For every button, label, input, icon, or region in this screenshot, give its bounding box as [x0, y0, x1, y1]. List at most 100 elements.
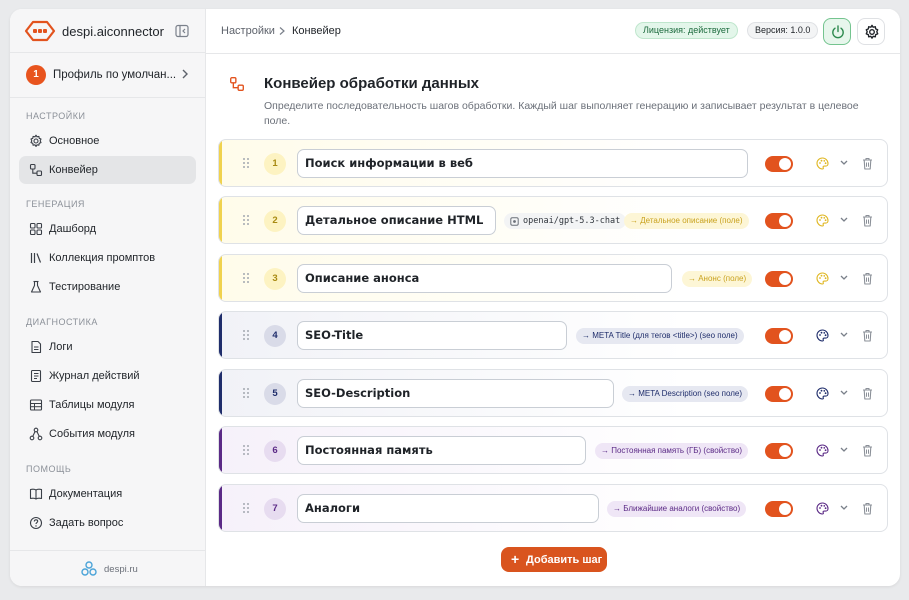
pipeline-step[interactable]: 1 Поиск информации в веб	[218, 139, 888, 187]
step-enabled-toggle[interactable]	[765, 156, 793, 172]
step-number: 5	[264, 383, 286, 405]
license-badge: Лицензия: действует	[635, 22, 738, 39]
model-icon	[510, 217, 519, 226]
sidebar-item-label: Дашборд	[49, 223, 97, 235]
sidebar-item-prompt-collection[interactable]: Коллекция промптов	[19, 244, 196, 272]
step-enabled-toggle[interactable]	[765, 386, 793, 402]
chevron-down-icon[interactable]	[839, 331, 849, 339]
model-badge[interactable]: openai/gpt-5.3-chat	[504, 213, 627, 229]
palette-icon[interactable]	[816, 214, 829, 227]
step-name-input[interactable]: Аналоги	[297, 494, 599, 523]
trash-icon[interactable]	[862, 157, 873, 170]
palette-icon[interactable]	[816, 387, 829, 400]
drag-handle-icon[interactable]	[242, 502, 250, 514]
target-field-badge[interactable]: → Ближайшие аналоги (свойство)	[607, 501, 747, 517]
pipeline-step[interactable]: 3 Описание анонса → Анонс (поле)	[218, 254, 888, 302]
target-field-badge[interactable]: → Детальное описание (поле)	[624, 213, 749, 229]
sidebar-item-action-journal[interactable]: Журнал действий	[19, 362, 196, 390]
sidebar-item-module-tables[interactable]: Таблицы модуля	[19, 391, 196, 419]
footer-link[interactable]: despi.ru	[104, 564, 138, 575]
palette-icon[interactable]	[816, 329, 829, 342]
pipeline-icon	[29, 163, 43, 177]
step-name-input[interactable]: SEO-Description	[297, 379, 614, 408]
sidebar-item-logs[interactable]: Логи	[19, 333, 196, 361]
toggle-knob	[779, 503, 791, 515]
sidebar: despi.aiconnector 1 Профиль по умолчан..…	[10, 9, 206, 586]
step-color-stripe	[219, 427, 222, 473]
step-name-input[interactable]: Поиск информации в веб	[297, 149, 748, 178]
sidebar-item-ask-question[interactable]: Задать вопрос	[19, 509, 196, 537]
step-name-input[interactable]: Детальное описание HTML	[297, 206, 496, 235]
toggle-knob	[779, 388, 791, 400]
page-title: Конвейер обработки данных	[264, 75, 480, 92]
target-field-badge[interactable]: → Анонс (поле)	[682, 271, 753, 287]
step-enabled-toggle[interactable]	[765, 213, 793, 229]
add-step-button[interactable]: + Добавить шаг	[501, 547, 607, 572]
sidebar-item-module-events[interactable]: События модуля	[19, 420, 196, 448]
drag-handle-icon[interactable]	[242, 387, 250, 399]
collapse-sidebar-icon[interactable]	[174, 23, 190, 39]
target-field-badge[interactable]: → Постоянная память (ГБ) (свойство)	[595, 443, 749, 459]
step-color-stripe	[219, 197, 222, 243]
step-name-input[interactable]: Описание анонса	[297, 264, 672, 293]
step-enabled-toggle[interactable]	[765, 443, 793, 459]
profile-selector[interactable]: 1 Профиль по умолчан...	[10, 53, 206, 98]
palette-icon[interactable]	[816, 444, 829, 457]
pipeline-step[interactable]: 7 Аналоги → Ближайшие аналоги (свойство)	[218, 484, 888, 532]
toggle-knob	[779, 330, 791, 342]
chevron-down-icon[interactable]	[839, 504, 849, 512]
drag-handle-icon[interactable]	[242, 157, 250, 169]
trash-icon[interactable]	[862, 444, 873, 457]
target-field-badge[interactable]: → META Title (для тегов <title>) (seo по…	[576, 328, 744, 344]
palette-icon[interactable]	[816, 272, 829, 285]
despi-logo-icon	[81, 561, 97, 576]
chevron-down-icon[interactable]	[839, 446, 849, 454]
sidebar-item-documentation[interactable]: Документация	[19, 480, 196, 508]
sidebar-item-label: Тестирование	[49, 281, 121, 293]
section-label-diagnostics: ДИАГНОСТИКА	[26, 317, 98, 327]
breadcrumb-current: Конвейер	[292, 25, 341, 37]
trash-icon[interactable]	[862, 272, 873, 285]
breadcrumb-settings[interactable]: Настройки	[221, 25, 275, 37]
pipeline-step[interactable]: 6 Постоянная память → Постоянная память (Г…	[218, 426, 888, 474]
drag-handle-icon[interactable]	[242, 329, 250, 341]
palette-icon[interactable]	[816, 502, 829, 515]
sidebar-item-general[interactable]: Основное	[19, 127, 196, 155]
chevron-down-icon[interactable]	[839, 216, 849, 224]
power-button[interactable]	[823, 18, 851, 45]
sidebar-footer: despi.ru	[10, 550, 206, 586]
sidebar-item-testing[interactable]: Тестирование	[19, 273, 196, 301]
trash-icon[interactable]	[862, 502, 873, 515]
chevron-down-icon[interactable]	[839, 159, 849, 167]
trash-icon[interactable]	[862, 329, 873, 342]
chevron-down-icon[interactable]	[839, 389, 849, 397]
pipeline-step[interactable]: 2 Детальное описание HTML openai/gpt-5.3-c…	[218, 196, 888, 244]
trash-icon[interactable]	[862, 387, 873, 400]
drag-handle-icon[interactable]	[242, 272, 250, 284]
step-name-input[interactable]: SEO-Title	[297, 321, 567, 350]
pipeline-step[interactable]: 4 SEO-Title → META Title (для тегов <title…	[218, 311, 888, 359]
pipeline-step[interactable]: 5 SEO-Description → META Description (seo …	[218, 369, 888, 417]
add-step-label: Добавить шаг	[526, 554, 603, 566]
step-name-input[interactable]: Постоянная память	[297, 436, 586, 465]
table-icon	[29, 399, 43, 411]
events-icon	[29, 427, 43, 441]
step-number: 2	[264, 210, 286, 232]
sidebar-item-dashboard[interactable]: Дашборд	[19, 215, 196, 243]
settings-button[interactable]	[857, 18, 885, 45]
palette-icon[interactable]	[816, 157, 829, 170]
drag-handle-icon[interactable]	[242, 444, 250, 456]
step-enabled-toggle[interactable]	[765, 501, 793, 517]
section-label-settings: НАСТРОЙКИ	[26, 111, 86, 121]
page-description: Определите последовательность шагов обра…	[264, 100, 859, 127]
drag-handle-icon[interactable]	[242, 214, 250, 226]
step-color-stripe	[219, 370, 222, 416]
toggle-knob	[779, 215, 791, 227]
trash-icon[interactable]	[862, 214, 873, 227]
question-icon	[29, 516, 43, 530]
step-enabled-toggle[interactable]	[765, 271, 793, 287]
step-enabled-toggle[interactable]	[765, 328, 793, 344]
sidebar-item-pipeline[interactable]: Конвейер	[19, 156, 196, 184]
chevron-down-icon[interactable]	[839, 274, 849, 282]
target-field-badge[interactable]: → META Description (seo поле)	[622, 386, 749, 402]
